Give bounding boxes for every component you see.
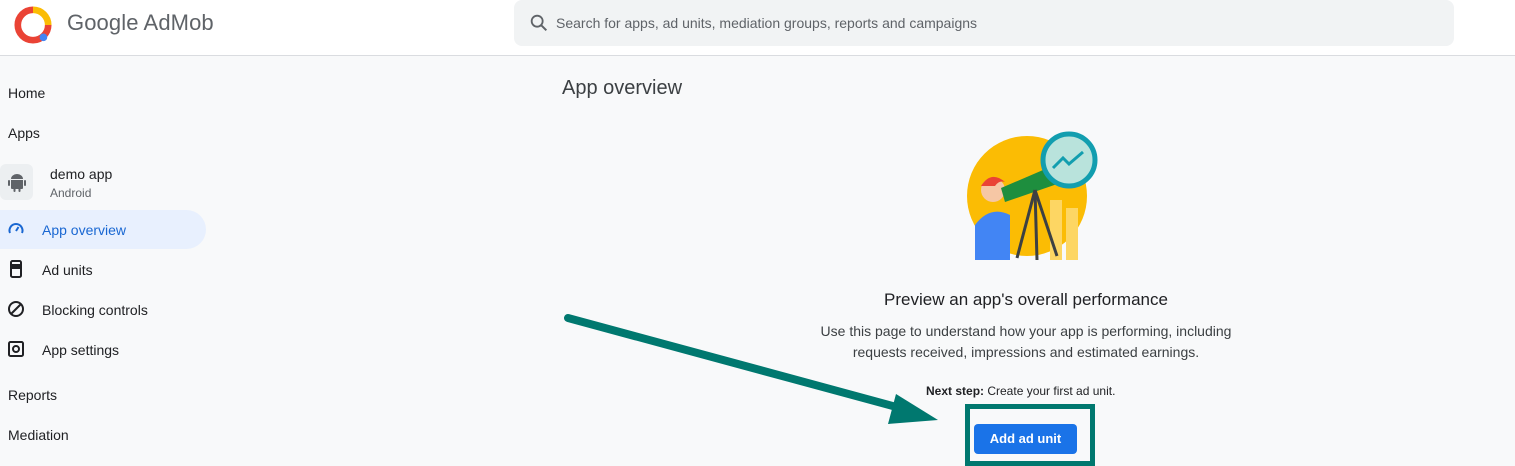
sidebar-item-label: App overview xyxy=(42,222,127,238)
next-step-label: Next step: xyxy=(926,384,985,398)
empty-state-description: Use this page to understand how your app… xyxy=(820,323,1232,360)
nav-home[interactable]: Home xyxy=(8,85,45,101)
admob-logo-icon[interactable] xyxy=(14,6,52,44)
empty-state-headline: Preview an app's overall performance xyxy=(884,290,1168,309)
app-platform: Android xyxy=(50,186,92,200)
phone-icon xyxy=(10,260,22,278)
next-step-detail: Create your first ad unit. xyxy=(984,384,1116,398)
sidebar-item-label: Ad units xyxy=(42,262,93,278)
annotation-arrow-icon xyxy=(564,314,938,424)
sidebar-item-label: Blocking controls xyxy=(42,302,148,318)
brand-google: Google xyxy=(67,10,139,35)
sidebar-item-app-settings[interactable]: App settings xyxy=(0,330,206,369)
nav-mediation[interactable]: Mediation xyxy=(8,427,69,443)
nav-apps[interactable]: Apps xyxy=(8,125,40,141)
block-icon xyxy=(8,301,24,317)
top-bar: Google AdMob Search for apps, ad units, … xyxy=(0,0,1515,56)
sidebar-item-app-overview[interactable]: App overview xyxy=(0,210,206,249)
search-icon xyxy=(530,14,548,32)
speedometer-icon xyxy=(8,223,24,234)
app-name: demo app xyxy=(50,166,113,182)
search-bar[interactable]: Search for apps, ad units, mediation gro… xyxy=(514,0,1454,46)
telescope-illustration xyxy=(967,131,1098,261)
sidebar-item-blocking-controls[interactable]: Blocking controls xyxy=(0,290,206,329)
next-step-text: Next step: Create your first ad unit. xyxy=(926,384,1115,398)
brand-name[interactable]: Google AdMob xyxy=(67,10,214,36)
app-card[interactable]: demo app Android xyxy=(0,164,210,208)
sidebar: Home Apps demo app Android App overview xyxy=(0,56,210,466)
nav-reports[interactable]: Reports xyxy=(8,387,57,403)
sidebar-item-ad-units[interactable]: Ad units xyxy=(0,250,206,289)
search-placeholder: Search for apps, ad units, mediation gro… xyxy=(556,15,978,31)
page-title: App overview xyxy=(562,77,683,99)
add-ad-unit-button[interactable]: Add ad unit xyxy=(974,424,1077,454)
brand-product: AdMob xyxy=(143,10,214,35)
settings-icon xyxy=(8,341,24,357)
android-icon xyxy=(0,164,33,200)
sidebar-item-label: App settings xyxy=(42,342,120,358)
main-content: App overview Preview an app's overall pe… xyxy=(210,56,1515,466)
